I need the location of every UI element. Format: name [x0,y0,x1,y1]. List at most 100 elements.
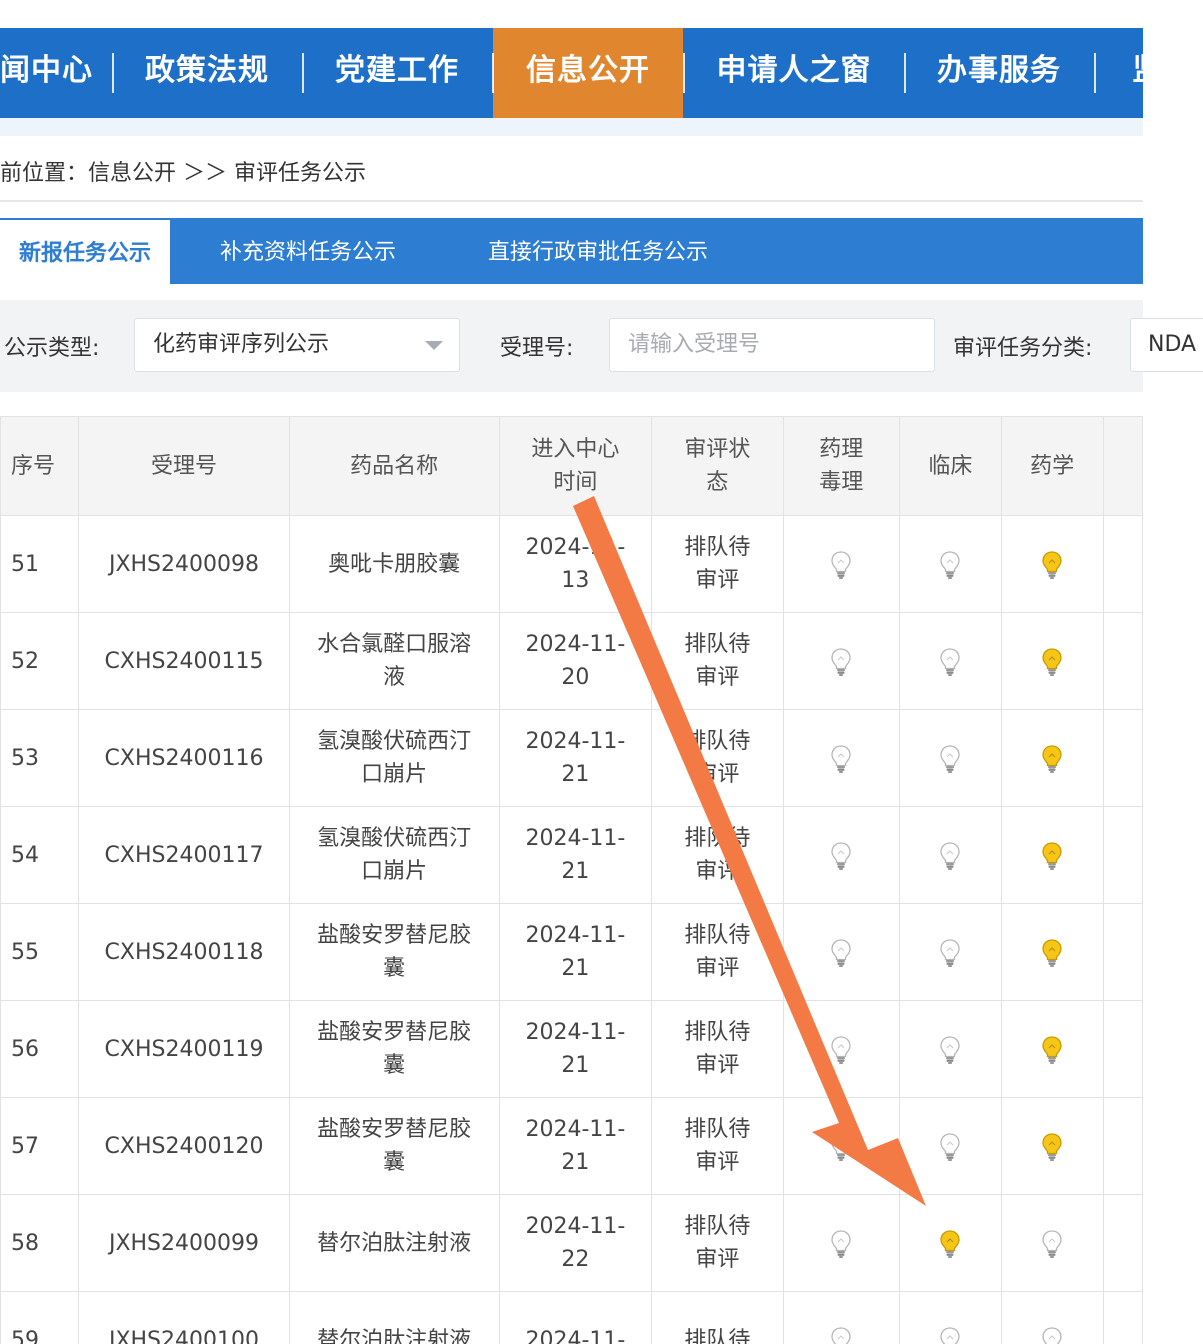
table-row[interactable]: 51 JXHS2400098 奥吡卡朋胶囊 2024-11- 13 排队待 审评 [0,515,1143,613]
cell-drug-name: 氢溴酸伏硫西汀 口崩片 [288,709,500,807]
lightbulb-icon[interactable] [830,1229,852,1259]
cell-tox [782,515,901,613]
task-table-container: 序号 受理号 药品名称 进入中心 时间 审评状态药理 毒理 临床 药学 51 JXHS240009… [0,416,1143,1344]
lightbulb-icon[interactable] [939,1326,961,1344]
main-nav: 闻中心政策法规党建工作信息公开申请人之窗办事服务监 [0,28,1143,118]
cell-line: 审评 [695,1247,740,1272]
lightbulb-icon[interactable] [830,550,852,580]
cell-accept-no: JXHS2400099 [78,1194,290,1292]
cell-drug-name: 盐酸安罗替尼胶囊 [288,903,500,1001]
cell-tox [782,903,901,1001]
header-text: 药学 [1030,453,1075,479]
lightbulb-icon[interactable] [830,1132,852,1162]
accept-number-input[interactable]: 请输入受理号 [609,318,935,372]
lightbulb-icon[interactable] [939,647,961,677]
lightbulb-icon[interactable] [830,1035,852,1065]
table-row[interactable]: 57 CXHS2400120 盐酸安罗替尼胶囊 2024-11- 21 排队待 审评 [0,1097,1143,1195]
table-row[interactable]: 59 JXHS2400100 替尔泊肽注射液 2024-11- 排队待 [0,1291,1143,1344]
cell-line: 21 [561,1053,590,1078]
table-row[interactable]: 54 CXHS2400117 氢溴酸伏硫西汀 口崩片 2024-11- 21 排队待 审评 [0,806,1143,904]
lightbulb-icon[interactable] [830,647,852,677]
lightbulb-icon[interactable] [1041,744,1063,774]
lightbulb-icon[interactable] [1041,938,1063,968]
table-row[interactable]: 58 JXHS2400099 替尔泊肽注射液 2024-11- 22 排队待 审评 [0,1194,1143,1292]
table-row[interactable]: 53 CXHS2400116 氢溴酸伏硫西汀 口崩片 2024-11- 21 排队待 审评 [0,709,1143,807]
nav-item-4[interactable]: 申请人之窗 [716,28,872,118]
cell-clinical [899,1194,1002,1292]
type-select[interactable]: 化药审评序列公示 [134,318,460,372]
cell-pharmacy [1000,709,1104,807]
chevron-down-icon [425,341,443,350]
cell-review-status: 排队待 审评 [651,806,784,904]
lightbulb-icon[interactable] [830,938,852,968]
header-text: 药品名称 [350,453,439,479]
cell-line: 排队待 [684,1117,751,1142]
cell-tox [782,1000,901,1098]
cell-line: 排队待 [684,826,751,851]
lightbulb-icon[interactable] [939,550,961,580]
header-extra [1102,416,1143,516]
cell-line: 审评 [695,956,740,981]
table-row[interactable]: 55 CXHS2400118 盐酸安罗替尼胶囊 2024-11- 21 排队待 审评 [0,903,1143,1001]
lightbulb-icon[interactable] [939,1035,961,1065]
cell-line: 21 [561,956,590,981]
cell-drug-name: 替尔泊肽注射液 [288,1194,500,1292]
nav-item-6[interactable]: 监 [1128,28,1144,118]
cell-review-status: 排队待 审评 [651,515,784,613]
cell-clinical [899,903,1002,1001]
lightbulb-icon[interactable] [1041,1035,1063,1065]
cell-line: 审评 [695,1053,740,1078]
lightbulb-icon[interactable] [939,744,961,774]
nav-item-1[interactable]: 政策法规 [145,28,269,118]
header-text: 受理号 [150,453,217,479]
cell-extra [1102,1291,1143,1344]
lightbulb-icon[interactable] [939,841,961,871]
cell-extra [1102,806,1143,904]
cell-line: 替尔泊肽注射液 [317,1327,472,1344]
cell-line: 排队待 [684,1214,751,1239]
lightbulb-icon[interactable] [1041,647,1063,677]
cell-seq: 54 [0,806,80,904]
tab-new-report[interactable]: 新报任务公示 [0,220,170,284]
header-text: 序号 [11,453,56,479]
header-tox: 药理 毒理 [782,416,901,516]
cell-line: 口崩片 [361,762,428,787]
lightbulb-icon[interactable] [1041,841,1063,871]
cell-line: 氢溴酸伏硫西汀 [317,729,472,754]
cell-pharmacy [1000,903,1104,1001]
cell-extra [1102,903,1143,1001]
lightbulb-icon[interactable] [830,744,852,774]
nav-item-5[interactable]: 办事服务 [937,28,1061,118]
cell-line: 13 [561,568,590,593]
lightbulb-icon[interactable] [830,841,852,871]
cell-clinical [899,515,1002,613]
cell-line: 2024-11- [525,729,626,754]
lightbulb-icon[interactable] [939,1132,961,1162]
category-select[interactable]: NDA [1130,318,1203,372]
type-select-value: 化药审评序列公示 [153,332,330,357]
table-row[interactable]: 52 CXHS2400115 水合氯醛口服溶液 2024-11- 20 排队待 审评 [0,612,1143,710]
lightbulb-icon[interactable] [1041,1326,1063,1344]
lightbulb-icon[interactable] [1041,1229,1063,1259]
header-text: 时间 [553,470,598,495]
lightbulb-icon[interactable] [939,938,961,968]
breadcrumb: 前位置：信息公开 ＞＞ 审评任务公示 [0,161,366,186]
tab-supplement[interactable]: 补充资料任务公示 [220,218,396,284]
cell-enter-time: 2024-11- 21 [498,1000,653,1098]
table-row[interactable]: 56 CXHS2400119 盐酸安罗替尼胶囊 2024-11- 21 排队待 审评 [0,1000,1143,1098]
nav-item-2[interactable]: 党建工作 [335,28,459,118]
cell-enter-time: 2024-11- 20 [498,612,653,710]
lightbulb-icon[interactable] [939,1229,961,1259]
cell-drug-name: 盐酸安罗替尼胶囊 [288,1000,500,1098]
tab-direct-approval[interactable]: 直接行政审批任务公示 [488,218,708,284]
lightbulb-icon[interactable] [1041,550,1063,580]
lightbulb-icon[interactable] [1041,1132,1063,1162]
header-clinical: 临床 [899,416,1002,516]
cell-line: 审评 [695,665,740,690]
cell-seq: 56 [0,1000,80,1098]
nav-item-0[interactable]: 闻中心 [0,28,92,118]
nav-item-3[interactable]: 信息公开 [493,28,683,118]
cell-line: 审评 [695,859,740,884]
lightbulb-icon[interactable] [830,1326,852,1344]
cell-accept-no: JXHS2400100 [78,1291,290,1344]
